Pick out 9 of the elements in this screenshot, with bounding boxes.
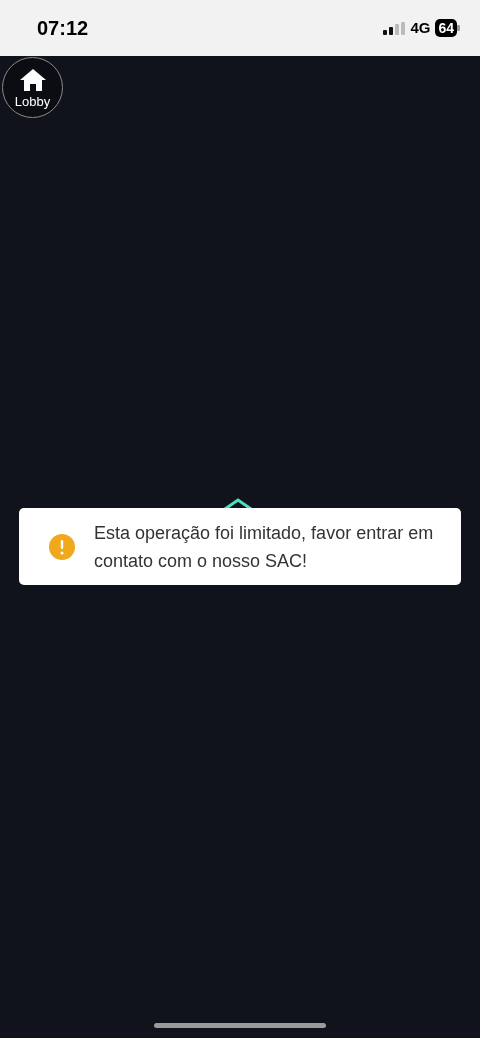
network-label: 4G bbox=[410, 17, 431, 38]
clock: 07:12 bbox=[37, 16, 89, 41]
warning-icon bbox=[49, 533, 75, 560]
battery-indicator: 64 bbox=[435, 19, 457, 37]
battery-tip-icon bbox=[457, 25, 460, 31]
signal-icon bbox=[383, 21, 406, 35]
lobby-button[interactable]: Lobby bbox=[2, 57, 63, 118]
toast-message: Esta operação foi limitado, favor entrar em contato com o nosso SAC! bbox=[94, 521, 435, 573]
home-icon bbox=[19, 69, 46, 91]
